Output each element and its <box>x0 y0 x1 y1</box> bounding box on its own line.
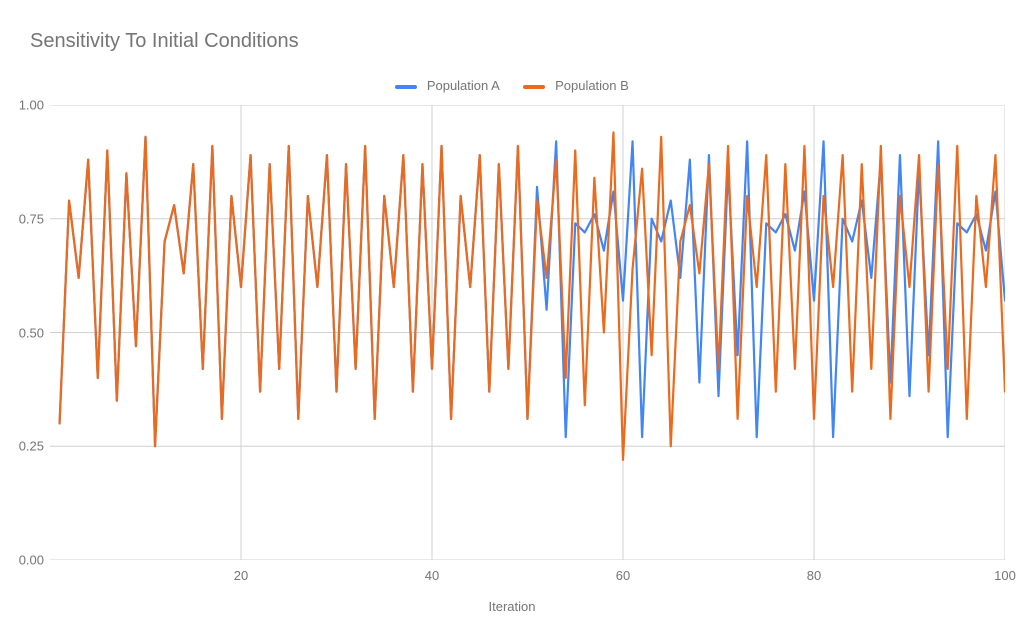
y-tick-label: 0.75 <box>4 211 44 226</box>
legend-label-b: Population B <box>555 78 629 93</box>
x-tick-label: 80 <box>807 568 821 583</box>
legend: Population A Population B <box>0 78 1024 93</box>
y-tick-label: 0.25 <box>4 439 44 454</box>
x-tick-label: 60 <box>616 568 630 583</box>
x-tick-label: 100 <box>994 568 1016 583</box>
y-tick-label: 0.50 <box>4 325 44 340</box>
legend-swatch-b <box>523 85 545 89</box>
legend-item-b: Population B <box>523 78 628 93</box>
chart-title: Sensitivity To Initial Conditions <box>30 30 299 53</box>
x-tick-label: 20 <box>234 568 248 583</box>
legend-swatch-a <box>395 85 417 89</box>
chart-container: Sensitivity To Initial Conditions Popula… <box>0 0 1024 634</box>
x-tick-label: 40 <box>425 568 439 583</box>
legend-item-a: Population A <box>395 78 500 93</box>
legend-label-a: Population A <box>427 78 500 93</box>
y-tick-label: 1.00 <box>4 98 44 113</box>
y-tick-label: 0.00 <box>4 553 44 568</box>
plot-area <box>50 105 1005 560</box>
x-axis-label: Iteration <box>0 599 1024 614</box>
